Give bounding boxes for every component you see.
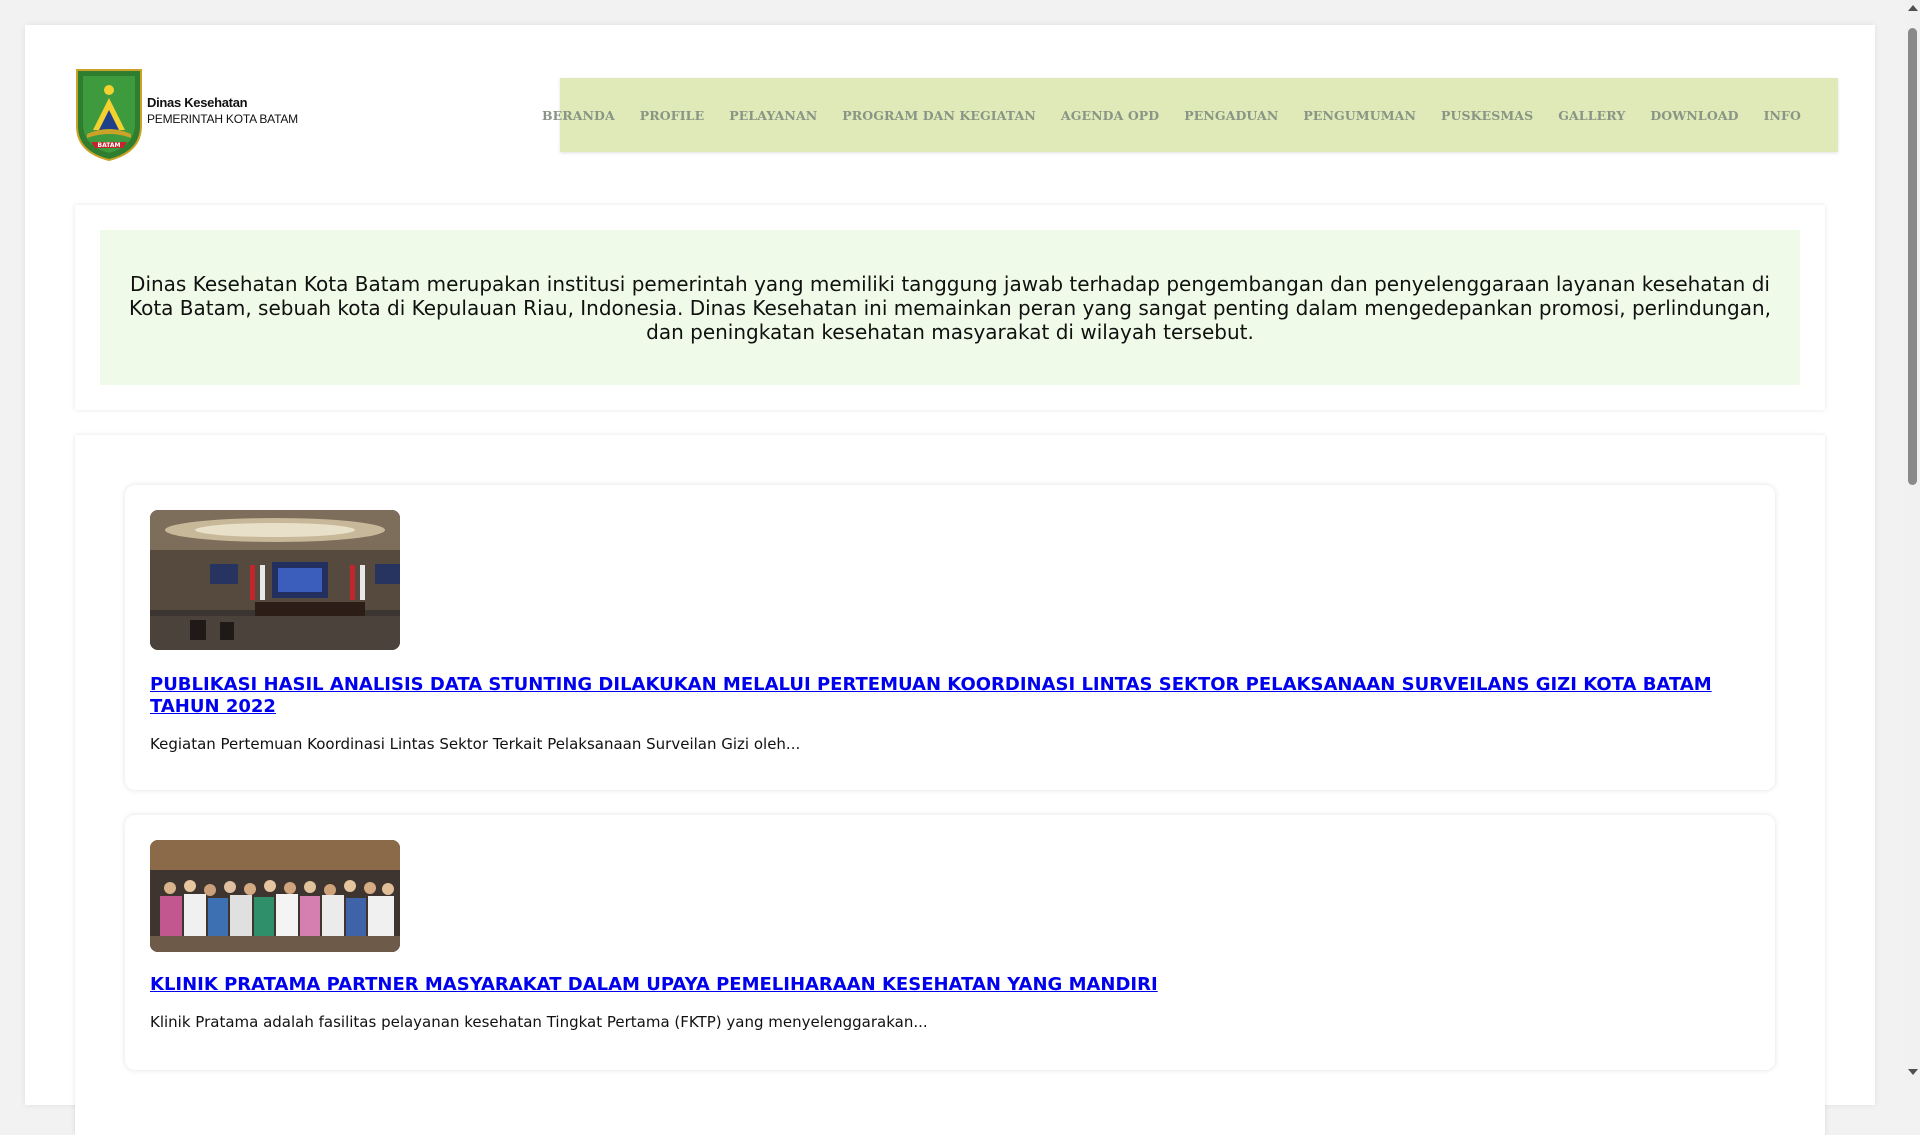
news-excerpt: Kegiatan Pertemuan Koordinasi Lintas Sek… xyxy=(150,735,801,753)
news-thumbnail-group-photo[interactable] xyxy=(150,840,400,952)
news-section: PUBLIKASI HASIL ANALISIS DATA STUNTING D… xyxy=(75,435,1825,1135)
news-title-link[interactable]: KLINIK PRATAMA PARTNER MASYARAKAT DALAM … xyxy=(150,974,1750,996)
intro-box: Dinas Kesehatan Kota Batam merupakan ins… xyxy=(100,230,1800,385)
nav-item-gallery[interactable]: GALLERY xyxy=(1558,108,1625,123)
header: BATAM Dinas Kesehatan PEMERINTAH KOTA BA… xyxy=(25,25,1875,175)
news-thumbnail-meeting-room[interactable] xyxy=(150,510,400,650)
nav-item-pengumuman[interactable]: PENGUMUMAN xyxy=(1303,108,1416,123)
logo-text: Dinas Kesehatan PEMERINTAH KOTA BATAM xyxy=(147,94,298,128)
batam-emblem-icon: BATAM xyxy=(76,69,142,162)
site-logo[interactable]: BATAM Dinas Kesehatan PEMERINTAH KOTA BA… xyxy=(75,68,298,162)
nav-item-profile[interactable]: PROFILE xyxy=(640,108,704,123)
scroll-down-arrow-icon[interactable] xyxy=(1908,1069,1918,1075)
nav-item-pengaduan[interactable]: PENGADUAN xyxy=(1184,108,1278,123)
news-card: PUBLIKASI HASIL ANALISIS DATA STUNTING D… xyxy=(125,485,1775,790)
scroll-up-arrow-icon[interactable] xyxy=(1908,5,1918,11)
nav-item-info[interactable]: INFO xyxy=(1764,108,1801,123)
org-subtitle: PEMERINTAH KOTA BATAM xyxy=(147,112,298,126)
nav-item-agenda-opd[interactable]: AGENDA OPD xyxy=(1061,108,1159,123)
nav-item-program-dan-kegiatan[interactable]: PROGRAM DAN KEGIATAN xyxy=(842,108,1036,123)
news-card: KLINIK PRATAMA PARTNER MASYARAKAT DALAM … xyxy=(125,815,1775,1070)
scroll-thumb[interactable] xyxy=(1908,28,1917,485)
emblem-label: BATAM xyxy=(98,142,121,149)
intro-section: Dinas Kesehatan Kota Batam merupakan ins… xyxy=(75,205,1825,410)
page: BATAM Dinas Kesehatan PEMERINTAH KOTA BA… xyxy=(25,25,1875,1135)
main-navigation: BERANDA PROFILE PELAYANAN PROGRAM DAN KE… xyxy=(542,78,1838,152)
nav-item-beranda[interactable]: BERANDA xyxy=(542,108,615,123)
vertical-scrollbar[interactable] xyxy=(1905,0,1920,1080)
org-name: Dinas Kesehatan xyxy=(147,95,248,110)
nav-item-puskesmas[interactable]: PUSKESMAS xyxy=(1441,108,1533,123)
news-title-link[interactable]: PUBLIKASI HASIL ANALISIS DATA STUNTING D… xyxy=(150,674,1750,718)
intro-text: Dinas Kesehatan Kota Batam merupakan ins… xyxy=(128,271,1772,344)
news-excerpt: Klinik Pratama adalah fasilitas pelayana… xyxy=(150,1013,928,1031)
nav-item-download[interactable]: DOWNLOAD xyxy=(1650,108,1738,123)
nav-item-pelayanan[interactable]: PELAYANAN xyxy=(729,108,817,123)
